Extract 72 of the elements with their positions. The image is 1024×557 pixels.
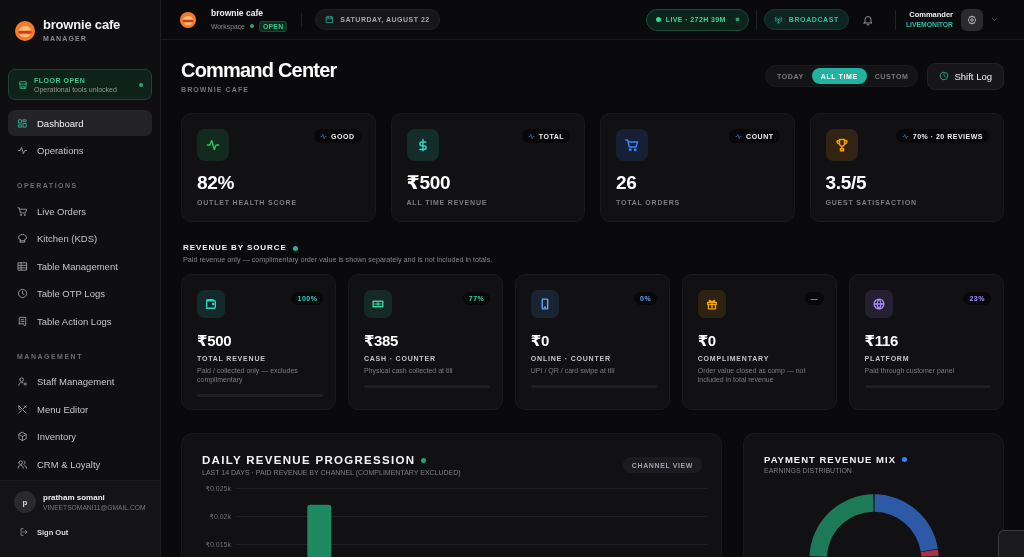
workspace-name: brownie cafe	[211, 7, 264, 19]
box-icon	[17, 431, 28, 442]
shift-log-button[interactable]: Shift Log	[926, 62, 1004, 90]
indicator-dot-icon	[421, 457, 427, 463]
chevron-down-icon[interactable]	[990, 15, 999, 24]
gift-icon	[697, 290, 726, 318]
utensils-icon	[17, 403, 28, 415]
indicator-dot-icon	[901, 457, 907, 462]
pulse-icon	[527, 132, 535, 140]
calendar-icon	[325, 15, 335, 24]
nav-item[interactable]: Table OTP Logs	[8, 280, 152, 307]
revenue-value: ₹500	[197, 332, 233, 350]
kpi-value: 26	[616, 171, 638, 195]
revenue-bar	[307, 504, 332, 557]
notification-bell-icon[interactable]	[861, 13, 874, 26]
brand-name: brownie cafe	[43, 17, 121, 32]
indicator-dot-icon	[292, 245, 298, 251]
revenue-value: ₹116	[864, 332, 900, 350]
pulse-icon	[320, 132, 328, 140]
chef-hat-icon	[17, 233, 28, 244]
chart-title: DAILY REVENUE PROGRESSION	[202, 453, 416, 467]
clock-icon	[938, 71, 949, 81]
store-icon	[18, 79, 28, 90]
chart-title: PAYMENT REVENUE MIX	[764, 454, 896, 465]
nav-item[interactable]: Staff Management	[8, 368, 152, 395]
nav-item[interactable]: Live Orders	[8, 198, 152, 224]
scroll-icon	[17, 315, 28, 327]
user-name: pratham somani	[43, 492, 106, 503]
dollar-icon	[406, 129, 439, 161]
phone-icon	[530, 290, 559, 318]
trophy-icon	[825, 129, 858, 161]
section-title: REVENUE BY SOURCE	[183, 243, 287, 253]
wallet-icon	[197, 290, 225, 318]
nav-item[interactable]: Table Action Logs	[8, 308, 152, 334]
stop-icon[interactable]	[733, 16, 741, 23]
status-dot-icon	[249, 24, 254, 28]
revenue-value: ₹0	[530, 332, 550, 350]
broadcast-icon	[773, 15, 783, 24]
table-icon	[17, 260, 28, 272]
cart-icon	[17, 205, 28, 217]
logo-icon	[15, 20, 35, 41]
page-title: Command Center	[181, 58, 337, 82]
nav-item[interactable]: Menu Editor	[8, 396, 152, 422]
revenue-value: ₹385	[363, 332, 400, 350]
nav-item[interactable]: Table Management	[8, 253, 152, 279]
kpi-value: 82%	[197, 171, 236, 195]
donut-slice	[809, 494, 874, 557]
cart-icon	[616, 129, 648, 161]
kpi-value: 3.5/5	[825, 171, 868, 195]
nav-item[interactable]: Operations	[8, 137, 152, 164]
user-avatar: p	[14, 491, 36, 513]
pulse-icon	[17, 145, 28, 156]
users-icon	[17, 458, 28, 470]
nav-item[interactable]: Dashboard	[8, 110, 152, 136]
clock-icon	[17, 288, 28, 299]
globe-icon	[864, 290, 893, 318]
dashboard-grid-icon	[17, 117, 28, 129]
status-dot-icon	[139, 82, 143, 87]
banknote-icon	[363, 290, 392, 318]
revenue-value: ₹0	[697, 332, 717, 350]
settings-icon[interactable]	[961, 8, 983, 31]
nav-item[interactable]: Inventory	[8, 423, 152, 450]
nav-item[interactable]: CRM & Loyalty	[8, 451, 152, 477]
user-gear-icon	[17, 376, 28, 387]
live-dot-icon	[655, 17, 661, 22]
logo-icon	[180, 11, 196, 28]
kpi-value: ₹500	[406, 171, 452, 195]
pulse-icon	[735, 132, 743, 140]
pulse-icon	[901, 132, 909, 140]
pulse-icon	[197, 129, 229, 161]
nav-item[interactable]: Kitchen (KDS)	[8, 225, 152, 252]
sign-out-icon	[19, 527, 29, 537]
